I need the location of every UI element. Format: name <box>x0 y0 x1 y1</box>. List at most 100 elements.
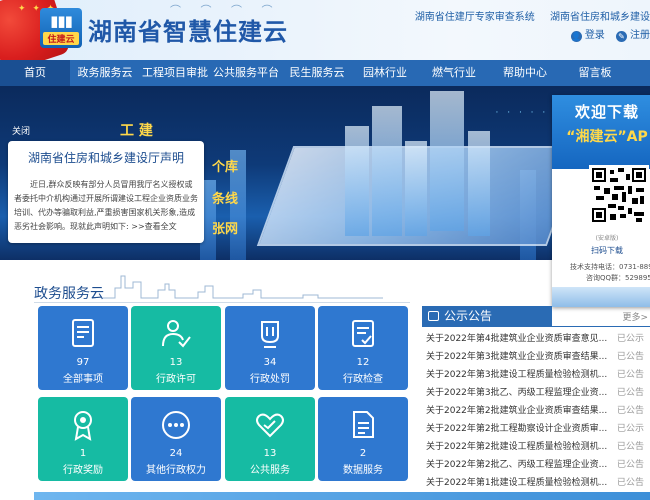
qr-android-tip: (安卓版) <box>595 235 619 242</box>
nav-gas[interactable]: 燃气行业 <box>418 60 490 86</box>
tile-admin-penalty[interactable]: 34 行政处罚 <box>225 306 315 390</box>
tile-count: 24 <box>169 448 183 459</box>
site-logo[interactable]: ▮▮▮ 住建云 <box>40 8 82 48</box>
announcement-status: 已公告 <box>616 370 644 380</box>
tile-count: 12 <box>356 357 370 368</box>
user-area: 👤 登录 ✎ 注册 <box>563 26 650 42</box>
section-title: 政务服务云 <box>34 286 104 302</box>
nav-home[interactable]: 首页 <box>0 60 70 86</box>
tower-graphic <box>372 106 402 236</box>
announcement-status: 已公告 <box>616 460 644 470</box>
tile-other-powers[interactable]: 24 其他行政权力 <box>131 397 221 481</box>
register-link[interactable]: ✎ 注册 <box>616 26 650 42</box>
top-link-expert-review[interactable]: 湖南省住建厅专家审查系统 <box>415 12 535 23</box>
announcement-text: 关于2022年第2批工程勘察设计企业资质审... <box>426 424 608 434</box>
nav-project-approval[interactable]: 工程项目审批 <box>140 60 210 86</box>
nav-public-service[interactable]: 公共服务平台 <box>210 60 282 86</box>
tile-label: 行政检查 <box>343 374 383 385</box>
more-link[interactable]: 更多> <box>622 310 648 323</box>
tile-label: 行政许可 <box>156 374 196 385</box>
announcement-item[interactable]: 关于2022年第2批建筑业企业资质审查结果... 已公告 <box>426 402 650 420</box>
qr-city-decoration <box>552 287 650 307</box>
announcement-item[interactable]: 关于2022年第2批工程勘察设计企业资质审... 已公示 <box>426 420 650 438</box>
banner-label-1: 个库 <box>212 160 239 175</box>
banner-dots-decoration: · · · · · · <box>495 108 560 118</box>
qr-support-phone: 技术支持电话：0731-889 <box>570 263 650 271</box>
tile-count: 1 <box>79 448 87 459</box>
login-link[interactable]: 👤 登录 <box>570 26 605 42</box>
qr-code-icon <box>592 168 646 222</box>
announcement-text: 关于2022年第2批建筑业企业资质审查结果... <box>426 406 608 416</box>
nav-message-board[interactable]: 留言板 <box>560 60 630 86</box>
nav-landscape[interactable]: 园林行业 <box>352 60 418 86</box>
notice-popup: 湖南省住房和城乡建设厅声明 近日,群众反映有部分人员冒用我厅名义授权或者委托中介… <box>8 141 204 243</box>
tile-admin-license[interactable]: 13 行政许可 <box>131 306 221 390</box>
tile-count: 2 <box>359 448 367 459</box>
data-doc-icon <box>353 411 374 438</box>
tile-admin-award[interactable]: 1 行政奖励 <box>38 397 128 481</box>
qr-welcome: 欢迎下载 <box>574 103 639 121</box>
announcement-text: 关于2022年第3批建设工程质量检验检测机... <box>426 370 608 380</box>
announcements-title: 公示公告 <box>444 309 493 323</box>
announcements-divider <box>422 326 650 327</box>
checklist-icon <box>352 320 374 347</box>
register-label: 注册 <box>630 30 650 41</box>
app-download-popup: 欢迎下载 “湘建云”AP (安卓版) 扫码下载 技术支持电话：0731-889 … <box>552 95 650 307</box>
banner-label-3: 张网 <box>212 222 239 237</box>
announcement-item[interactable]: 关于2022年第1批建设工程质量检验检测机... 已公告 <box>426 474 650 492</box>
top-links: 湖南省住建厅专家审查系统 湖南省住房和城乡建设 <box>403 8 650 23</box>
announcements-panel: 公示公告 更多> 关于2022年第4批建筑业企业资质审查意见... 已公示 关于2… <box>422 306 650 500</box>
tile-all-items[interactable]: 97 全部事项 <box>38 306 128 390</box>
nav-gov-service[interactable]: 政务服务云 <box>70 60 140 86</box>
announcement-item[interactable]: 关于2022年第2批乙、丙级工程监理企业资... 已公告 <box>426 456 650 474</box>
nav-livelihood[interactable]: 民生服务云 <box>282 60 352 86</box>
document-list-icon <box>72 319 94 347</box>
announcement-text: 关于2022年第2批建设工程质量检验检测机... <box>426 442 608 452</box>
qr-header: 欢迎下载 “湘建云”AP <box>552 95 650 169</box>
tile-label: 行政处罚 <box>250 374 290 385</box>
announcement-status: 已公示 <box>616 424 644 434</box>
tile-admin-inspection[interactable]: 12 行政检查 <box>318 306 408 390</box>
announcement-status: 已公示 <box>616 334 644 344</box>
logo-text: 住建云 <box>43 32 79 45</box>
tile-label: 其他行政权力 <box>146 465 206 476</box>
qr-scan-label: 扫码下载 <box>591 246 623 255</box>
announcement-item[interactable]: 关于2022年第3批乙、丙级工程监理企业资... 已公告 <box>426 384 650 402</box>
nav-help[interactable]: 帮助中心 <box>490 60 560 86</box>
tile-count: 34 <box>263 357 277 368</box>
site-header: ✦ ✦ ✦ ▮▮▮ 住建云 湖南省智慧住建云 ⌒ ⌒ ⌒ ⌒ 湖南省住建厅专家审… <box>0 0 650 60</box>
tile-public-service[interactable]: 13 公共服务 <box>225 397 315 481</box>
announcement-text: 关于2022年第1批建设工程质量检验检测机... <box>426 478 608 488</box>
notice-title: 湖南省住房和城乡建设厅声明 <box>27 151 184 165</box>
person-check-icon <box>162 320 191 348</box>
login-label: 登录 <box>584 30 605 41</box>
announcements-tab[interactable]: 公示公告 <box>422 306 552 326</box>
announcement-text: 关于2022年第2批乙、丙级工程监理企业资... <box>426 460 608 470</box>
announcement-status: 已公告 <box>616 352 644 362</box>
announcement-status: 已公告 <box>616 478 644 488</box>
notice-body[interactable]: 近日,群众反映有部分人员冒用我厅名义授权或者委托中介机构通过开展所谓建设工程企业… <box>14 178 198 234</box>
tile-count: 13 <box>169 357 183 368</box>
announcement-item[interactable]: 关于2022年第3批建设工程质量检验检测机... 已公告 <box>426 366 650 384</box>
tower-graphic <box>345 126 369 236</box>
qr-app-name: “湘建云”AP <box>566 129 648 145</box>
announcement-item[interactable]: 关于2022年第3批建筑业企业资质审查结果... 已公告 <box>426 348 650 366</box>
top-link-housing-dept[interactable]: 湖南省住房和城乡建设 <box>550 12 650 23</box>
announcement-status: 已公告 <box>616 442 644 452</box>
announcement-text: 关于2022年第4批建筑业企业资质审查意见... <box>426 334 608 344</box>
pen-icon: ✎ <box>616 31 627 42</box>
skyline-decoration <box>103 275 383 299</box>
banner-building-glyph: 工 建 <box>120 123 153 139</box>
banner-label-2: 条线 <box>212 192 239 207</box>
qr-qq-group: 咨询QQ群：529895 <box>586 274 650 282</box>
tower-graphic <box>405 141 427 236</box>
qr-code-image[interactable] <box>589 165 649 225</box>
close-notice-button[interactable]: 关闭 <box>12 124 30 137</box>
tower-graphic <box>430 91 464 231</box>
announcement-item[interactable]: 关于2022年第2批建设工程质量检验检测机... 已公告 <box>426 438 650 456</box>
penalty-cup-icon <box>261 321 279 348</box>
main-nav: 首页 政务服务云 工程项目审批 公共服务平台 民生服务云 园林行业 燃气行业 帮… <box>0 60 650 86</box>
tile-data-service[interactable]: 2 数据服务 <box>318 397 408 481</box>
announcement-item[interactable]: 关于2022年第4批建筑业企业资质审查意见... 已公示 <box>426 330 650 348</box>
award-medal-icon <box>74 411 92 441</box>
